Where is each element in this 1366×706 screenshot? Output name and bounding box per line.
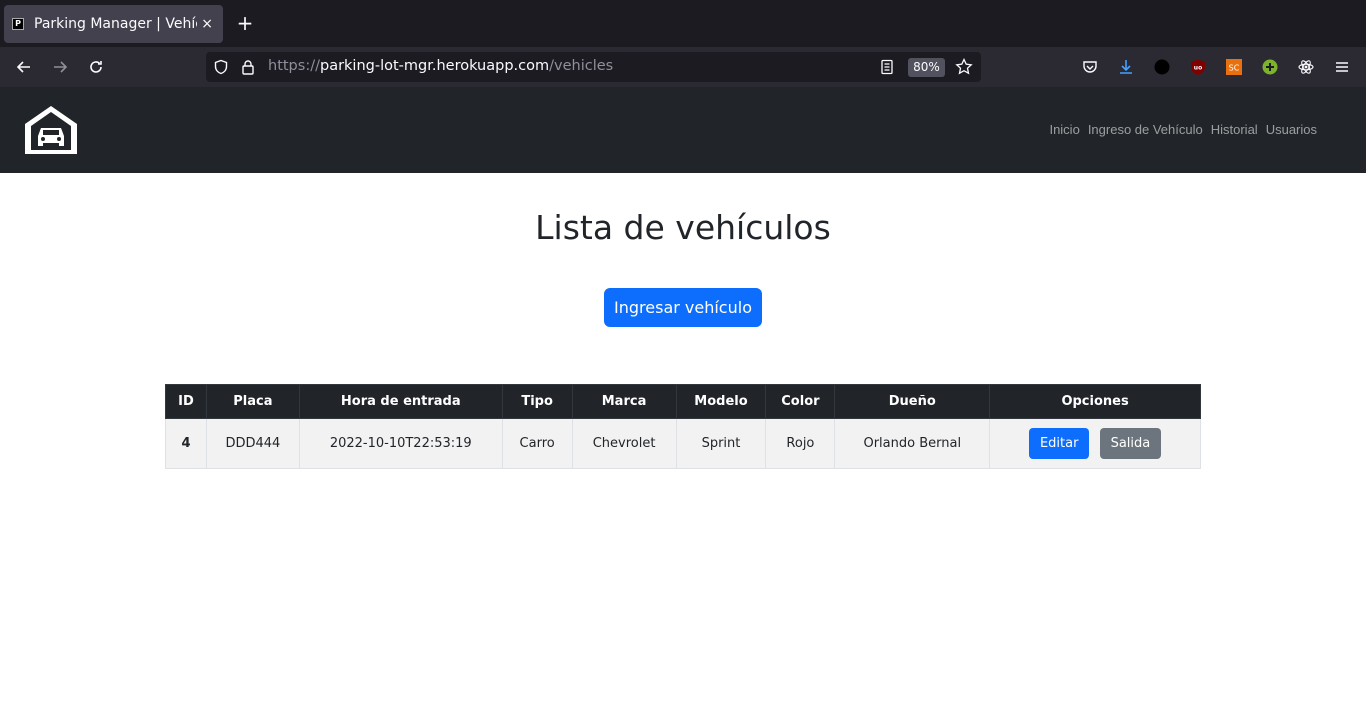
reader-view-icon[interactable] xyxy=(878,58,896,76)
nav-link-historial[interactable]: Historial xyxy=(1207,122,1262,137)
table-header-row: ID Placa Hora de entrada Tipo Marca Mode… xyxy=(165,384,1201,419)
nav-link-inicio[interactable]: Inicio xyxy=(1045,122,1083,137)
cell-id: 4 xyxy=(165,418,207,469)
cell-marca: Chevrolet xyxy=(571,418,677,469)
nav-link-usuarios[interactable]: Usuarios xyxy=(1262,122,1321,137)
header-id: ID xyxy=(165,384,207,419)
header-placa: Placa xyxy=(205,384,300,419)
vehicles-table: ID Placa Hora de entrada Tipo Marca Mode… xyxy=(165,384,1201,469)
close-tab-icon[interactable]: × xyxy=(199,16,215,32)
garage-car-icon[interactable] xyxy=(23,104,79,156)
header-tipo: Tipo xyxy=(501,384,573,419)
svg-text:SC: SC xyxy=(1229,64,1240,73)
ublock-icon[interactable]: uo xyxy=(1188,57,1208,77)
extension-black-circle-icon[interactable] xyxy=(1152,57,1172,77)
forward-arrow-icon[interactable] xyxy=(48,55,72,79)
svg-text:uo: uo xyxy=(1194,65,1202,72)
table-row: 4 DDD444 2022-10-10T22:53:19 Carro Chevr… xyxy=(165,418,1201,469)
url-text[interactable]: https://parking-lot-mgr.herokuapp.com/ve… xyxy=(268,58,613,74)
lock-icon[interactable] xyxy=(239,58,257,76)
header-opciones: Opciones xyxy=(989,384,1201,419)
header-modelo: Modelo xyxy=(675,384,767,419)
cell-hora-entrada: 2022-10-10T22:53:19 xyxy=(298,418,503,469)
plus-extension-icon[interactable] xyxy=(1260,57,1280,77)
nav-link-ingreso[interactable]: Ingreso de Vehículo xyxy=(1084,122,1207,137)
cell-modelo: Sprint xyxy=(675,418,767,469)
url-host: parking-lot-mgr.herokuapp.com xyxy=(319,58,550,74)
sc-extension-icon[interactable]: SC xyxy=(1224,57,1244,77)
hamburger-menu-icon[interactable] xyxy=(1332,57,1352,77)
new-tab-button[interactable]: + xyxy=(234,12,256,34)
download-icon[interactable] xyxy=(1116,57,1136,77)
bookmark-star-icon[interactable] xyxy=(955,58,973,76)
browser-toolbar: https://parking-lot-mgr.herokuapp.com/ve… xyxy=(0,47,1366,87)
cell-dueno: Orlando Bernal xyxy=(834,418,991,469)
cell-placa: DDD444 xyxy=(205,418,300,469)
zoom-level-badge[interactable]: 80% xyxy=(908,58,945,77)
url-scheme: https:// xyxy=(268,58,320,74)
header-hora-entrada: Hora de entrada xyxy=(298,384,503,419)
edit-button[interactable]: Editar xyxy=(1028,428,1090,459)
pocket-icon[interactable] xyxy=(1080,57,1100,77)
header-dueno: Dueño xyxy=(834,384,991,419)
react-devtools-icon[interactable] xyxy=(1296,57,1316,77)
add-vehicle-button[interactable]: Ingresar vehículo xyxy=(604,288,762,327)
header-marca: Marca xyxy=(571,384,677,419)
url-bar[interactable]: https://parking-lot-mgr.herokuapp.com/ve… xyxy=(206,52,981,82)
url-path: /vehicles xyxy=(549,58,614,74)
back-arrow-icon[interactable] xyxy=(12,55,36,79)
tab-title: Parking Manager | Vehículos xyxy=(34,16,197,32)
favicon-icon: P xyxy=(12,18,24,30)
cell-opciones: Editar Salida xyxy=(989,418,1201,469)
reload-icon[interactable] xyxy=(84,55,108,79)
shield-icon[interactable] xyxy=(212,58,230,76)
cell-color: Rojo xyxy=(765,418,836,469)
exit-button[interactable]: Salida xyxy=(1099,428,1162,459)
browser-tab-bar: P Parking Manager | Vehículos × + xyxy=(0,0,1366,47)
browser-tab[interactable]: P Parking Manager | Vehículos × xyxy=(4,5,223,43)
header-color: Color xyxy=(765,384,836,419)
site-nav-links: Inicio Ingreso de Vehículo Historial Usu… xyxy=(1045,122,1321,137)
site-navbar: Inicio Ingreso de Vehículo Historial Usu… xyxy=(0,87,1366,173)
cell-tipo: Carro xyxy=(501,418,573,469)
page-title: Lista de vehículos xyxy=(535,208,831,247)
